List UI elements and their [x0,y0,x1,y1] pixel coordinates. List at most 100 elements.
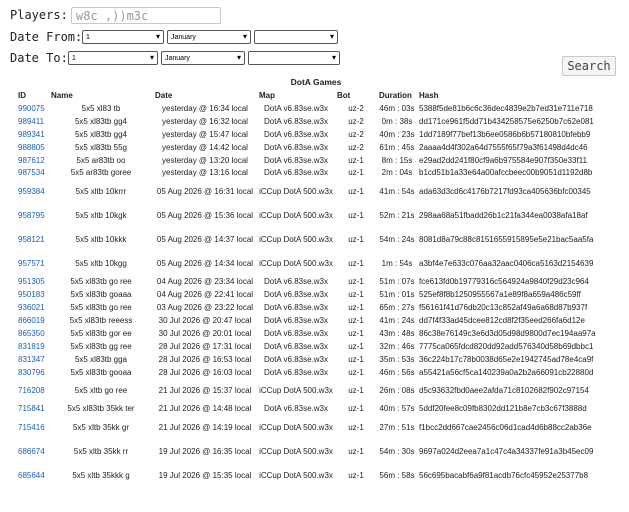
game-duration: 26m : 08s [379,385,415,395]
game-id-link-cell: 958795 [16,203,49,227]
game-map-cell: DotA v6.83se.w3x [257,115,335,128]
game-id-link[interactable]: 958121 [18,235,45,244]
game-map-cell: DotA v6.83se.w3x [257,275,335,288]
game-bot: uz-2 [348,116,364,126]
game-bot-cell: uz-1 [335,251,377,275]
game-duration-cell: 51m : 01s [377,288,417,301]
game-hash: 298aa68a51fbadd26b1c21fa344ea0038afa18af [419,210,588,220]
table-row: 990075 5x5 xl83 tb yesterday @ 16:34 local… [16,102,616,115]
game-map-cell: DotA v6.83se.w3x [257,366,335,379]
games-table-body: 990075 5x5 xl83 tb yesterday @ 16:34 local… [16,102,616,487]
game-map: iCCup DotA 500.w3x [259,234,333,244]
game-id-link[interactable]: 831347 [18,355,45,364]
date-from-year-select[interactable]: ▾ [254,30,338,44]
game-id-link[interactable]: 685644 [18,471,45,480]
game-name-cell: 5x5 xltb 35kkk g [49,463,153,487]
game-duration: 32m : 46s [379,341,415,351]
game-hash-cell: 1dd7189f77bef13b6ee0586b6b57180810bfebb9 [417,128,616,141]
game-id-link[interactable]: 989341 [18,130,45,139]
players-input[interactable]: w8c ,))m3c [71,6,221,24]
game-name-cell: 5x5 xl83tb gg ree [49,340,153,353]
game-id-link[interactable]: 950183 [18,290,45,299]
game-name: 5x5 xl83tb reeess [69,315,133,325]
date-from-day-value: 1 [86,33,90,41]
game-id-link[interactable]: 988805 [18,143,45,152]
game-id-link[interactable]: 686674 [18,447,45,456]
game-bot-cell: uz-1 [335,378,377,402]
game-duration-cell: 0m : 38s [377,115,417,128]
game-bot: uz-1 [348,155,364,165]
game-id-link[interactable]: 936021 [18,303,45,312]
game-name-cell: 5x5 xl83tb go ree [49,275,153,288]
table-row: 987612 5x5 ar83tb oo yesterday @ 13:20 loc… [16,154,616,167]
date-to-day-select[interactable]: 1 ▾ [68,51,158,65]
table-row: 715841 5x5 xl83tb 35kk ter 21 Jul 2026 @ 1… [16,402,616,415]
game-map: DotA v6.83se.w3x [263,142,329,152]
game-date-cell: 04 Aug 2026 @ 22:41 local [153,288,257,301]
filter-form: Players: w8c ,))m3c Date From: 1 ▾ Januar… [10,4,343,69]
game-id-link[interactable]: 990075 [18,104,45,113]
game-bot: uz-1 [348,303,364,313]
game-bot: uz-1 [348,277,364,287]
col-header-map: Map [259,90,275,100]
game-duration-cell: 35m : 53s [377,353,417,366]
game-name: 5x5 ar83tb oo [76,155,126,165]
date-from-month-select[interactable]: January ▾ [167,30,251,44]
table-row: 958795 5x5 xltb 10kgk 05 Aug 2026 @ 15:36 … [16,203,616,227]
game-bot-cell: uz-2 [335,128,377,141]
game-name: 5x5 xl83tb go ree [70,303,132,313]
game-duration-cell: 65m : 27s [377,301,417,314]
game-map: DotA v6.83se.w3x [263,354,329,364]
game-id-link[interactable]: 958795 [18,211,45,220]
date-to-year-select[interactable]: ▾ [248,51,340,65]
game-name-cell: 5x5 xltb go ree [49,378,153,402]
game-id-link[interactable]: 989411 [18,117,44,126]
game-map-cell: DotA v6.83se.w3x [257,340,335,353]
game-hash-cell: 7775ca065fdcd820dd92add576340d58b69dbbc1 [417,340,616,353]
game-bot: uz-2 [348,103,364,113]
game-map-cell: DotA v6.83se.w3x [257,102,335,115]
game-id-link[interactable]: 959384 [18,187,45,196]
game-id-link[interactable]: 831819 [18,342,45,351]
game-id-link[interactable]: 715841 [18,404,45,413]
game-duration: 2m : 04s [381,168,413,178]
game-name-cell: 5x5 xl83tb gooaa [49,366,153,379]
game-date: 05 Aug 2026 @ 15:36 local [156,210,254,220]
game-hash-cell: f56161f41d76db20c13c852af49a6a68d87b937f [417,301,616,314]
game-id-link[interactable]: 866019 [18,316,45,325]
game-id-link[interactable]: 715416 [18,423,45,432]
game-id-link[interactable]: 951305 [18,277,45,286]
game-id-link-cell: 988805 [16,141,49,154]
game-hash: 36c224b17c78b0038d65e2e1942745ad78e4ca9f [419,354,594,364]
games-table-container: DotA Games ID Name Date Map Bot Duration… [16,76,616,487]
game-map-cell: iCCup DotA 500.w3x [257,179,335,203]
game-date-cell: yesterday @ 14:42 local [153,141,257,154]
game-id-link[interactable]: 716208 [18,386,45,395]
game-map-cell: iCCup DotA 500.w3x [257,251,335,275]
game-hash-cell: 8081d8a79c88c8151655915895e5e21bac5aa5fa [417,227,616,251]
game-name: 5x5 ar83tb goree [70,168,132,178]
game-id-link[interactable]: 865350 [18,329,45,338]
game-id-link[interactable]: 987534 [18,168,45,177]
game-bot: uz-1 [348,210,364,220]
table-row: 686674 5x5 xltb 35kk rr 19 Jul 2026 @ 16:3… [16,439,616,463]
game-name-cell: 5x5 ar83tb goree [49,166,153,179]
date-to-month-select[interactable]: January ▾ [161,51,245,65]
game-date-cell: yesterday @ 15:47 local [153,128,257,141]
game-duration-cell: 40m : 23s [377,128,417,141]
col-header-duration: Duration [379,90,412,100]
game-bot: uz-1 [348,446,364,456]
game-id-link-cell: 716208 [16,378,49,402]
game-id-link-cell: 715416 [16,415,49,439]
game-date-cell: 05 Aug 2026 @ 14:37 local [153,227,257,251]
players-label: Players: [10,8,68,22]
game-id-link[interactable]: 987612 [18,156,45,165]
game-id-link[interactable]: 957571 [18,259,45,268]
game-duration: 43m : 48s [379,328,415,338]
game-date-cell: yesterday @ 16:32 local [153,115,257,128]
game-date: yesterday @ 15:47 local [162,129,248,139]
game-map-cell: iCCup DotA 500.w3x [257,227,335,251]
date-from-day-select[interactable]: 1 ▾ [82,30,164,44]
search-button[interactable]: Search [562,56,616,76]
game-id-link[interactable]: 830796 [18,368,45,377]
